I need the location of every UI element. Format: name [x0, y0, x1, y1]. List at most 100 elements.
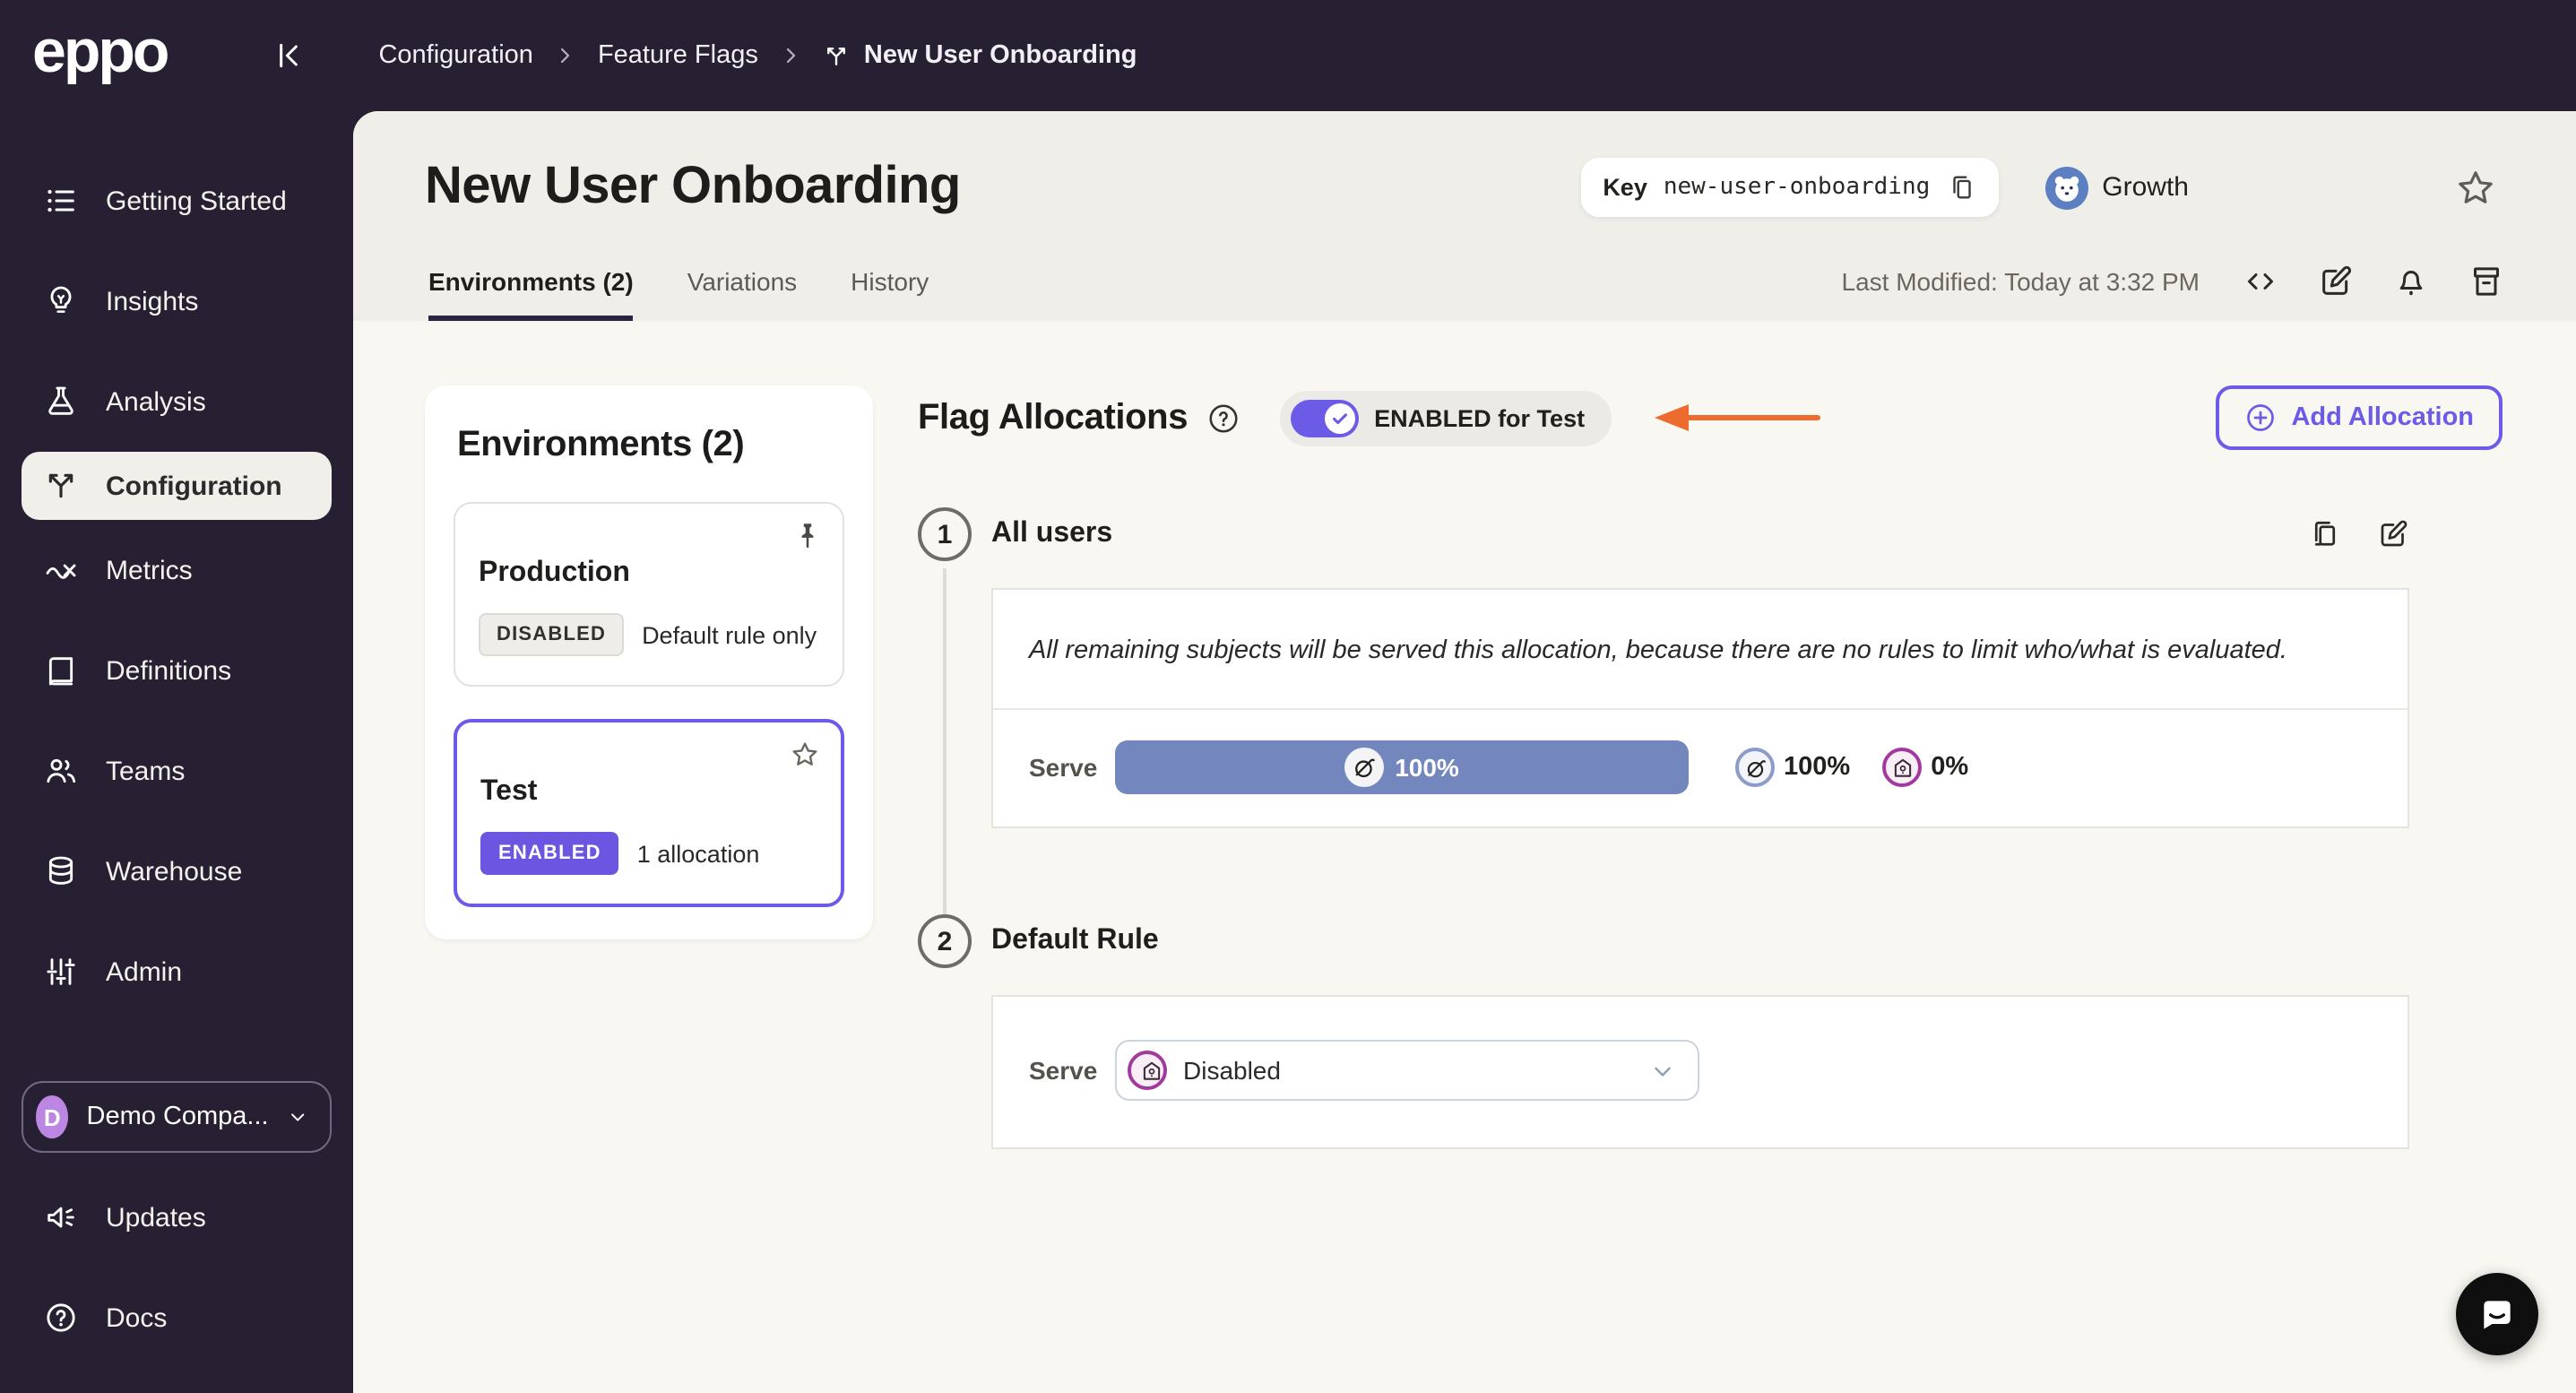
flag-allocations-title: Flag Allocations	[918, 397, 1189, 437]
variation-percent: 0%	[1931, 753, 1969, 782]
annotation-arrow-icon	[1637, 402, 1823, 434]
favorite-star-icon[interactable]	[2454, 166, 2497, 209]
breadcrumb-configuration[interactable]: Configuration	[378, 41, 533, 70]
flag-tabs: Environments (2) Variations History	[428, 267, 929, 321]
flag-key-chip[interactable]: Key new-user-onboarding	[1581, 158, 1999, 217]
environment-name: Production	[479, 558, 630, 588]
chevron-down-icon	[290, 1113, 304, 1121]
environment-note: Default rule only	[642, 621, 817, 648]
acorn-variation-icon	[1344, 748, 1385, 787]
serve-allocation-bar[interactable]: 100%	[1115, 740, 1689, 794]
sidebar-item-warehouse[interactable]: Warehouse	[0, 821, 353, 921]
acorn-variation-icon	[1735, 748, 1775, 787]
serve-label: Serve	[1029, 1056, 1098, 1085]
chevron-right-icon	[780, 45, 801, 66]
environments-panel-title: Environments (2)	[457, 425, 745, 464]
people-icon	[47, 758, 76, 783]
toggle-label: ENABLED for Test	[1374, 404, 1586, 431]
bell-icon[interactable]	[2393, 264, 2429, 299]
status-badge-disabled: DISABLED	[479, 613, 625, 656]
check-icon	[1332, 412, 1347, 424]
toggle-switch-on[interactable]	[1290, 399, 1359, 437]
tab-variations[interactable]: Variations	[687, 267, 797, 321]
environment-name: Test	[480, 776, 538, 807]
sidebar-item-analysis[interactable]: Analysis	[0, 351, 353, 452]
metrics-icon	[46, 564, 76, 579]
allocation-card: All remaining subjects will be served th…	[991, 588, 2409, 828]
key-label: Key	[1603, 174, 1647, 201]
allocation-title: All users	[991, 518, 1113, 549]
variation-percent: 100%	[1784, 753, 1851, 782]
environment-card-production[interactable]: Production DISABLED Default rule only	[454, 502, 844, 687]
environment-enabled-toggle[interactable]: ENABLED for Test	[1279, 390, 1612, 446]
book-icon	[48, 657, 73, 686]
eppo-logo: eppo	[32, 18, 169, 86]
sidebar-item-updates[interactable]: Updates	[0, 1167, 353, 1268]
tab-history[interactable]: History	[851, 267, 929, 321]
code-icon[interactable]	[2243, 264, 2278, 299]
sidebar-item-configuration[interactable]: Configuration	[22, 452, 332, 520]
sidebar-collapse-button[interactable]	[271, 38, 307, 74]
sidebar-item-getting-started[interactable]: Getting Started	[0, 151, 353, 251]
serve-bar-value: 100%	[1395, 753, 1459, 782]
sidebar-item-label: Getting Started	[106, 186, 287, 216]
plus-circle-icon	[2247, 404, 2275, 431]
sidebar-item-label: Docs	[106, 1302, 168, 1333]
flag-allocations-section: Flag Allocations ENABLED for Test Add Al…	[918, 385, 2503, 1393]
pin-icon[interactable]	[792, 520, 823, 550]
megaphone-icon	[48, 1207, 74, 1228]
lightbulb-icon	[50, 286, 72, 313]
sidebar-item-insights[interactable]: Insights	[0, 251, 353, 351]
sidebar-item-admin[interactable]: Admin	[0, 921, 353, 1022]
workspace-name: Demo Compa...	[86, 1103, 269, 1131]
sidebar-item-label: Updates	[106, 1202, 206, 1233]
star-icon[interactable]	[789, 739, 821, 771]
house-variation-icon	[1128, 1051, 1167, 1090]
sidebar-item-label: Insights	[106, 286, 199, 316]
last-modified-text: Last Modified: Today at 3:32 PM	[1841, 267, 2200, 296]
help-question-icon[interactable]	[1206, 401, 1240, 435]
breadcrumb-feature-flags[interactable]: Feature Flags	[598, 41, 758, 70]
variation-legend-disabled: 0%	[1882, 748, 1968, 787]
dropdown-selected-value: Disabled	[1183, 1056, 1281, 1085]
allocation-description: All remaining subjects will be served th…	[1029, 636, 2287, 665]
allocation-default-rule: 2 Default Rule Serve Disabled	[918, 914, 2409, 1149]
flag-branch-icon	[823, 42, 850, 69]
chevron-down-icon	[1655, 1066, 1671, 1076]
duplicate-allocation-icon[interactable]	[2309, 518, 2341, 550]
sidebar-item-label: Configuration	[106, 471, 282, 501]
default-rule-card: Serve Disabled	[991, 995, 2409, 1149]
sidebar-bottom: D Demo Compa... Updates Docs	[0, 1081, 353, 1368]
sidebar-item-label: Teams	[106, 756, 186, 786]
sidebar-item-definitions[interactable]: Definitions	[0, 620, 353, 721]
team-chip[interactable]: Growth	[2044, 166, 2189, 209]
page-title: New User Onboarding	[425, 158, 961, 215]
team-avatar-bear-icon	[2044, 166, 2088, 209]
archive-icon[interactable]	[2468, 264, 2504, 299]
branch-icon	[48, 473, 73, 498]
allocation-rail: 2	[918, 914, 972, 1149]
database-icon	[48, 856, 73, 885]
sidebar-item-label: Metrics	[106, 555, 193, 585]
default-serve-dropdown[interactable]: Disabled	[1115, 1040, 1699, 1101]
allocation-number: 1	[918, 507, 972, 561]
chat-launcher-button[interactable]	[2456, 1273, 2538, 1355]
variation-legend-on: 100%	[1735, 748, 1850, 787]
add-allocation-button[interactable]: Add Allocation	[2216, 385, 2503, 450]
flag-header: New User Onboarding Key new-user-onboard…	[353, 111, 2576, 321]
sidebar-item-docs[interactable]: Docs	[0, 1268, 353, 1368]
top-bar: eppo Configuration Feature Flags New Use…	[0, 0, 2576, 111]
workspace-switcher[interactable]: D Demo Compa...	[22, 1081, 332, 1153]
tab-environments[interactable]: Environments (2)	[428, 267, 635, 321]
sidebar-item-teams[interactable]: Teams	[0, 721, 353, 821]
edit-allocation-icon[interactable]	[2377, 518, 2409, 550]
breadcrumb-current-flag: New User Onboarding	[863, 41, 1137, 70]
allocation-all-users: 1 All users All remaining subjects will …	[918, 507, 2409, 961]
allocation-list: 1 All users All remaining subjects will …	[918, 507, 2503, 1149]
list-icon	[48, 189, 74, 212]
copy-icon[interactable]	[1946, 172, 1976, 203]
house-variation-icon	[1882, 748, 1923, 787]
edit-icon[interactable]	[2318, 264, 2354, 299]
environment-card-test[interactable]: Test ENABLED 1 allocation	[454, 719, 844, 907]
sidebar-item-metrics[interactable]: Metrics	[0, 520, 353, 620]
